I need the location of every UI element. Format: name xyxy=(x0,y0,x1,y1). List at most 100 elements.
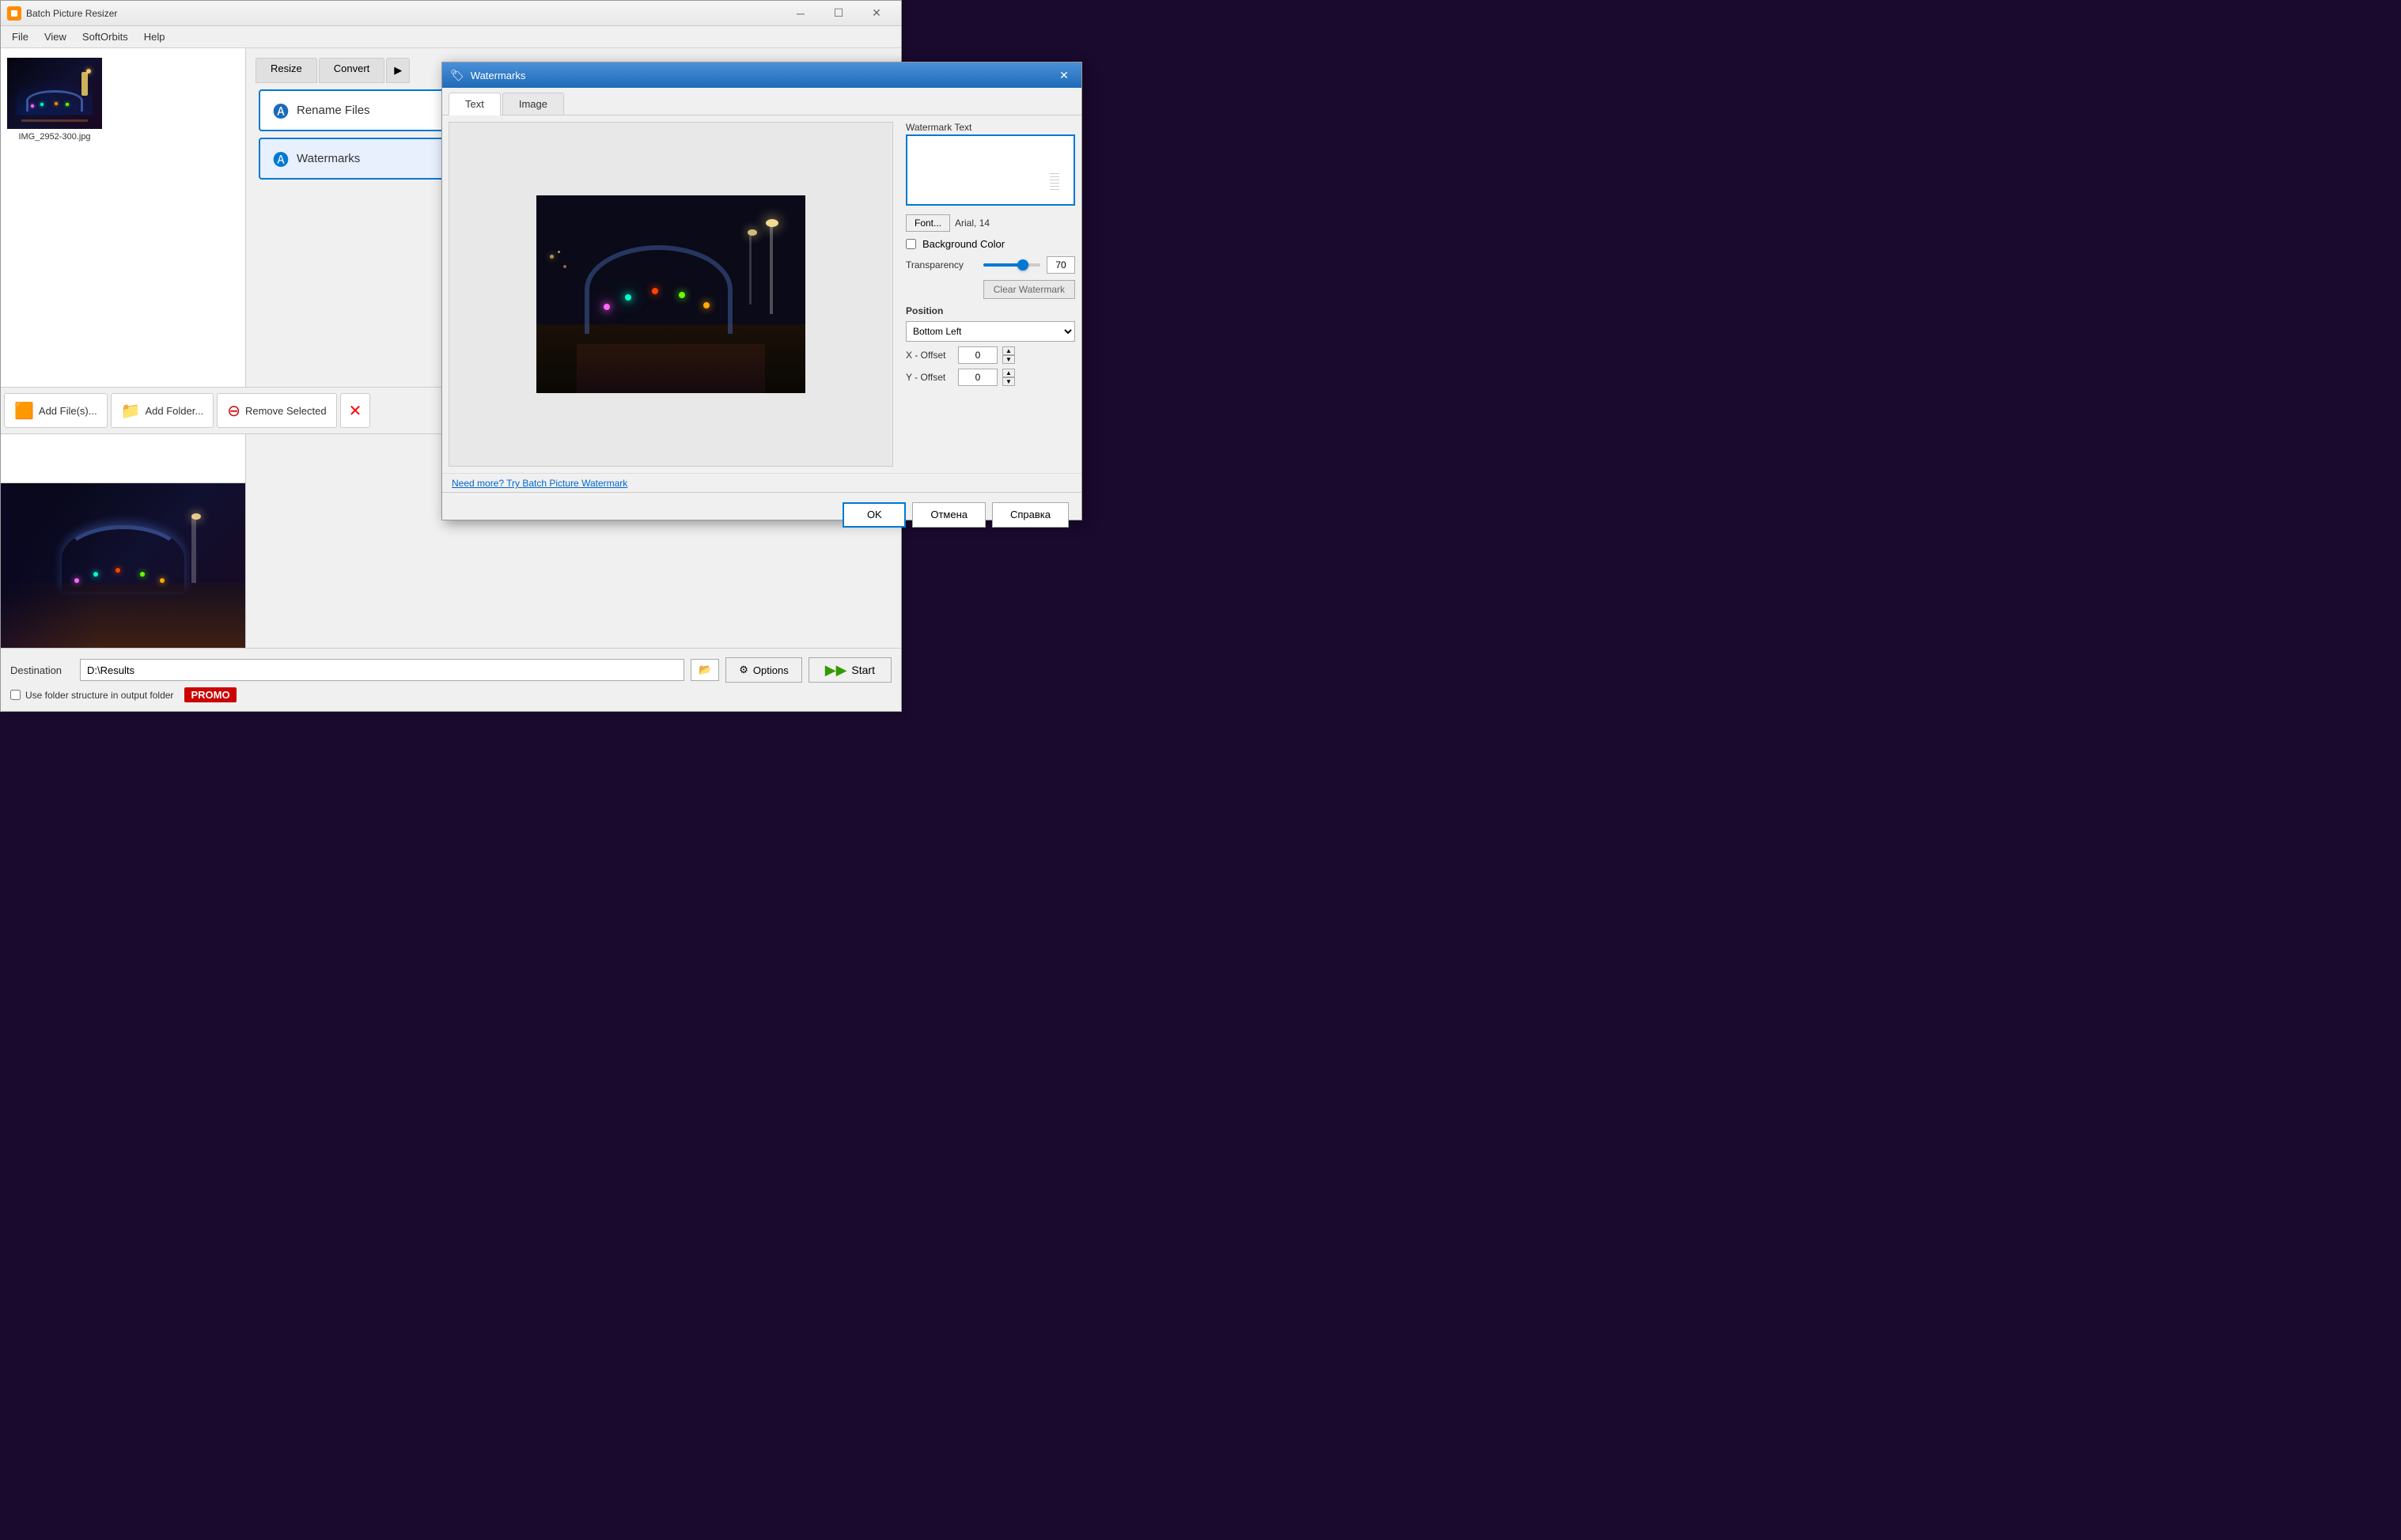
position-section: Position Bottom Left Top Left Top Center… xyxy=(906,305,1075,386)
bottom-bar: Destination 📂 ⚙ Options ▶▶ Start Use fol… xyxy=(1,648,901,711)
preview-image xyxy=(536,195,805,393)
folder-structure-label: Use folder structure in output folder xyxy=(25,690,173,701)
close-button[interactable]: ✕ xyxy=(858,1,895,26)
remove-icon: ⊖ xyxy=(227,401,240,421)
destination-label: Destination xyxy=(10,664,74,676)
menu-softorbits[interactable]: SoftOrbits xyxy=(74,28,136,46)
maximize-button[interactable]: ☐ xyxy=(820,1,857,26)
file-panel: IMG_2952-300.jpg xyxy=(1,48,246,649)
y-offset-row: Y - Offset ▲ ▼ xyxy=(906,369,1075,386)
add-folder-button[interactable]: 📁 Add Folder... xyxy=(111,393,214,428)
add-folder-icon: 📁 xyxy=(121,401,141,421)
watermarks-dialog: 🏷 Watermarks ✕ Text Image xyxy=(441,62,1082,520)
clear-watermark-button[interactable]: Clear Watermark xyxy=(983,280,1075,299)
position-select-row: Bottom Left Top Left Top Center Top Righ… xyxy=(906,321,1075,342)
watermark-text-label: Watermark Text xyxy=(906,122,1075,133)
transparency-row: Transparency xyxy=(906,256,1075,274)
tab-resize[interactable]: Resize xyxy=(256,58,317,83)
x-offset-input[interactable] xyxy=(958,346,998,364)
folder-structure-row[interactable]: Use folder structure in output folder xyxy=(10,690,173,701)
file-name: IMG_2952-300.jpg xyxy=(18,132,90,142)
transparency-label: Transparency xyxy=(906,259,977,271)
batch-watermark-link[interactable]: Need more? Try Batch Picture Watermark xyxy=(452,478,627,489)
font-button[interactable]: Font... xyxy=(906,214,950,232)
extra-button[interactable]: ✕ xyxy=(340,393,371,428)
rename-files-icon: 🅐 xyxy=(273,99,289,122)
destination-row: Destination 📂 ⚙ Options ▶▶ Start xyxy=(10,657,892,683)
ok-button[interactable]: OK xyxy=(843,502,906,528)
x-offset-up[interactable]: ▲ xyxy=(1002,346,1015,355)
x-offset-spinners: ▲ ▼ xyxy=(1002,346,1015,364)
dialog-close-button[interactable]: ✕ xyxy=(1055,66,1074,85)
dialog-link-bar: Need more? Try Batch Picture Watermark xyxy=(442,473,1081,492)
menu-view[interactable]: View xyxy=(36,28,74,46)
remove-selected-button[interactable]: ⊖ Remove Selected xyxy=(217,393,336,428)
y-offset-spinners: ▲ ▼ xyxy=(1002,369,1015,386)
menu-file[interactable]: File xyxy=(4,28,36,46)
right-panel: Watermark Text Font... Arial, 14 xyxy=(899,115,1081,473)
font-value: Arial, 14 xyxy=(955,218,990,229)
options-button[interactable]: ⚙ Options xyxy=(725,657,801,683)
text-area-lines xyxy=(1050,173,1059,244)
add-folder-label: Add Folder... xyxy=(146,405,204,417)
dialog-title: Watermarks xyxy=(471,70,526,81)
menu-help[interactable]: Help xyxy=(136,28,173,46)
y-offset-label: Y - Offset xyxy=(906,372,953,383)
rename-files-label: Rename Files xyxy=(297,104,370,117)
bg-color-checkbox[interactable] xyxy=(906,239,916,249)
app-icon xyxy=(7,6,21,21)
x-offset-down[interactable]: ▼ xyxy=(1002,355,1015,364)
preview-pane xyxy=(449,122,893,467)
folder-row: Use folder structure in output folder PR… xyxy=(10,687,892,702)
add-files-icon: 🟧 xyxy=(14,401,34,421)
folder-icon: 📂 xyxy=(699,664,712,676)
y-offset-down[interactable]: ▼ xyxy=(1002,377,1015,386)
folder-structure-checkbox[interactable] xyxy=(10,690,21,700)
dialog-action-bar: OK Отмена Справка xyxy=(442,492,1081,536)
start-label: Start xyxy=(851,664,875,676)
start-icon: ▶▶ xyxy=(825,662,847,679)
slider-background xyxy=(983,263,1040,267)
dialog-title-bar: 🏷 Watermarks ✕ xyxy=(442,62,1081,88)
promo-badge: PROMO xyxy=(184,687,236,702)
title-bar: Batch Picture Resizer ─ ☐ ✕ xyxy=(1,1,901,26)
gear-icon: ⚙ xyxy=(739,664,748,676)
watermarks-icon: 🅐 xyxy=(273,147,289,170)
x-offset-label: X - Offset xyxy=(906,350,953,361)
position-select[interactable]: Bottom Left Top Left Top Center Top Righ… xyxy=(906,321,1075,342)
large-preview xyxy=(1,483,245,649)
add-files-button[interactable]: 🟧 Add File(s)... xyxy=(4,393,108,428)
add-files-label: Add File(s)... xyxy=(39,405,97,417)
dialog-tabs: Text Image xyxy=(442,88,1081,115)
file-toolbar: 🟧 Add File(s)... 📁 Add Folder... ⊖ Remov… xyxy=(1,387,444,434)
position-label: Position xyxy=(906,305,1075,316)
remove-selected-label: Remove Selected xyxy=(245,405,327,417)
tab-extra[interactable]: ▶ xyxy=(386,58,410,83)
minimize-button[interactable]: ─ xyxy=(782,1,819,26)
menu-bar: File View SoftOrbits Help xyxy=(1,26,901,48)
transparency-slider-track[interactable] xyxy=(983,257,1040,273)
transparency-value-input[interactable] xyxy=(1047,256,1075,274)
cancel-button[interactable]: Отмена xyxy=(912,502,986,528)
tab-text[interactable]: Text xyxy=(449,93,501,115)
tab-convert[interactable]: Convert xyxy=(319,58,385,83)
clear-watermark-container: Clear Watermark xyxy=(906,280,1075,299)
watermark-text-section: Watermark Text xyxy=(906,122,1075,208)
tab-image[interactable]: Image xyxy=(502,93,564,115)
app-title: Batch Picture Resizer xyxy=(26,8,782,19)
help-button[interactable]: Справка xyxy=(992,502,1069,528)
dialog-title-icon: 🏷 xyxy=(450,69,464,82)
browse-destination-button[interactable]: 📂 xyxy=(691,659,719,681)
start-button[interactable]: ▶▶ Start xyxy=(809,657,892,683)
options-label: Options xyxy=(753,664,789,676)
watermarks-label: Watermarks xyxy=(297,152,360,165)
destination-input[interactable] xyxy=(80,659,684,681)
dialog-body: Watermark Text Font... Arial, 14 xyxy=(442,115,1081,473)
list-item[interactable]: IMG_2952-300.jpg xyxy=(7,55,102,145)
file-thumbnail xyxy=(7,58,102,129)
title-controls: ─ ☐ ✕ xyxy=(782,1,895,26)
y-offset-input[interactable] xyxy=(958,369,998,386)
bg-color-label: Background Color xyxy=(922,238,1005,250)
y-offset-up[interactable]: ▲ xyxy=(1002,369,1015,377)
slider-thumb[interactable] xyxy=(1017,259,1028,271)
